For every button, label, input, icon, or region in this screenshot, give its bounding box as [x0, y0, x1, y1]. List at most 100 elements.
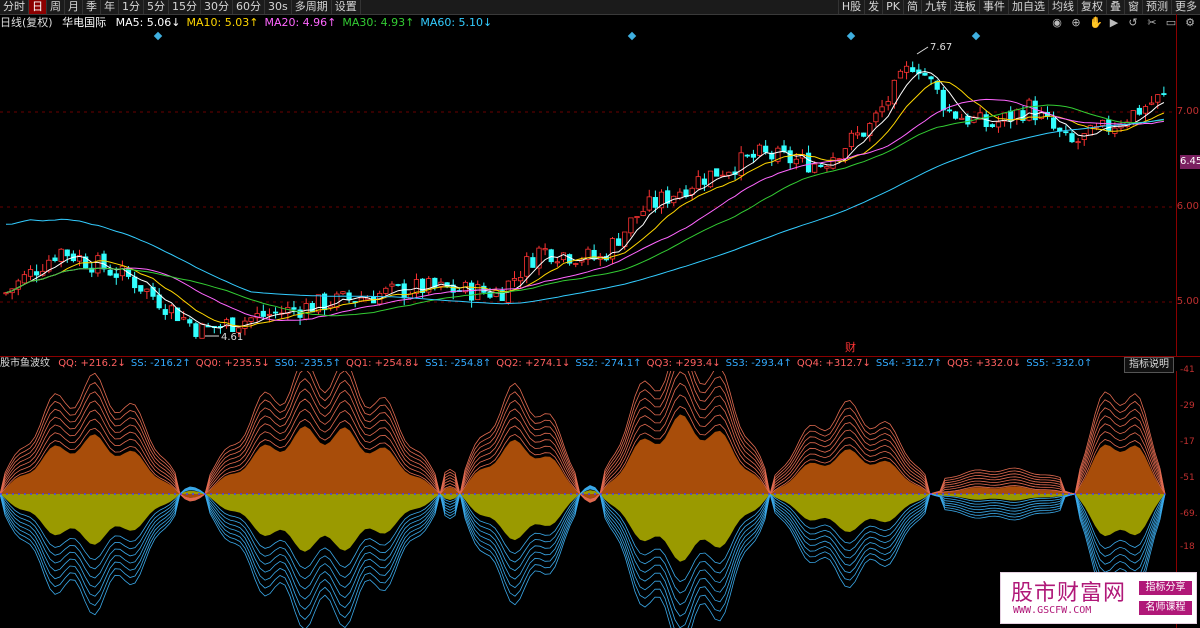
period-tab[interactable]: 30分 [201, 0, 233, 14]
indicator-axis-label: -29 [1180, 401, 1195, 411]
candle-body [1100, 119, 1106, 126]
ss-ripple-line [0, 487, 1166, 606]
event-marker[interactable] [153, 31, 163, 41]
period-tab[interactable]: 周 [47, 0, 65, 14]
indicator-axis-label: -51 [1180, 473, 1195, 483]
period-tab[interactable]: 设置 [332, 0, 361, 14]
candle-body [530, 257, 536, 268]
event-marker[interactable] [971, 31, 981, 41]
function-tab[interactable]: 均线 [1048, 0, 1077, 14]
function-tab[interactable]: 预测 [1142, 0, 1171, 14]
candle-body [1130, 110, 1136, 125]
period-tab[interactable]: 60分 [233, 0, 265, 14]
candle-body [750, 153, 757, 158]
candle-body [616, 238, 622, 246]
watermark-tag-share: 指标分享 [1139, 581, 1192, 595]
period-tab[interactable]: 日 [29, 0, 47, 14]
candle-body [695, 176, 701, 190]
watermark-title: 股市财富网 [1011, 581, 1127, 606]
candle-body [138, 285, 144, 292]
indicator-value: QQ1: +254.8↓ [346, 358, 421, 369]
candle-body [1142, 106, 1149, 114]
indicator-value: QQ4: +312.7↓ [796, 358, 871, 369]
financial-event-label[interactable]: 财 [845, 340, 856, 354]
function-tab[interactable]: 事件 [979, 0, 1008, 14]
function-tab[interactable]: 简 [903, 0, 921, 14]
candle-body [714, 168, 720, 177]
candle-body [291, 307, 297, 310]
indicator-value: SS2: -274.1↑ [575, 358, 642, 369]
period-tab[interactable]: 1分 [119, 0, 144, 14]
candle-body [640, 211, 646, 216]
indicator-value: QQ0: +235.5↓ [195, 358, 270, 369]
candle-body [383, 287, 389, 294]
period-tab[interactable]: 月 [65, 0, 83, 14]
candle-body [119, 265, 125, 277]
candle-body [818, 164, 824, 167]
candle-body [272, 311, 279, 314]
candle-body [58, 248, 64, 262]
candlestick-chart[interactable]: 7.67 4.61 财 [0, 14, 1176, 356]
price-axis-label: 6.00 [1176, 201, 1199, 212]
candle-body [744, 154, 750, 157]
candle-body [542, 248, 548, 251]
candle-body [1075, 141, 1081, 144]
candle-body [879, 106, 885, 113]
candle-body [989, 124, 995, 128]
period-tab[interactable]: 季 [83, 0, 101, 14]
indicator-legend: 股市鱼波纹 QQ: +216.2↓ SS: -216.2↑ QQ0: +235.5↓… [0, 357, 1176, 371]
period-tab[interactable]: 分时 [0, 0, 29, 14]
candle-body [1087, 125, 1093, 136]
price-axis-label: 7.00 [1176, 106, 1199, 117]
candle-body [468, 282, 475, 301]
candle-body [756, 144, 763, 156]
event-marker[interactable] [846, 31, 856, 41]
candle-body [1014, 109, 1020, 120]
candle-body [309, 302, 315, 313]
indicator-axis-label: -17 [1180, 437, 1195, 447]
function-tab[interactable]: 复权 [1077, 0, 1106, 14]
candle-body [812, 163, 818, 173]
candle-body [554, 261, 560, 264]
period-tab[interactable]: 多周期 [292, 0, 332, 14]
candle-body [646, 196, 652, 211]
function-tab[interactable]: 九转 [921, 0, 950, 14]
candle-body [419, 278, 426, 293]
high-price-label: 7.67 [930, 42, 952, 53]
indicator-value: SS3: -293.4↑ [725, 358, 792, 369]
candle-body [940, 89, 946, 111]
period-tabs: 分时日周月季年 1分 5分 15分 30分 60分 30s 多周期 设置 [0, 0, 361, 14]
period-tab[interactable]: 年 [101, 0, 119, 14]
function-tab[interactable]: H股 [837, 0, 864, 14]
indicator-name: 股市鱼波纹 [0, 358, 50, 369]
qq-ripple-line [0, 394, 1166, 501]
candle-body [897, 70, 904, 79]
candle-body [959, 117, 965, 120]
function-tab[interactable]: 叠 [1106, 0, 1124, 14]
candle-body [573, 263, 579, 265]
function-tab[interactable]: 更多 [1171, 0, 1200, 14]
period-tab[interactable]: 5分 [144, 0, 169, 14]
period-tab[interactable]: 30s [265, 0, 292, 14]
low-price-label: 4.61 [221, 332, 243, 343]
candle-body [3, 292, 9, 295]
candle-body [848, 132, 855, 147]
candle-body [861, 132, 867, 137]
function-tab[interactable]: 窗 [1124, 0, 1142, 14]
watermark-logo: 股市财富网 WWW.GSCFW.COM 指标分享 名师课程 [1000, 572, 1197, 624]
candle-body [34, 271, 40, 276]
event-marker[interactable] [627, 31, 637, 41]
watermark-url: WWW.GSCFW.COM [1013, 605, 1092, 616]
function-tab[interactable]: 连板 [950, 0, 979, 14]
function-tab[interactable]: PK [882, 0, 903, 14]
candle-body [193, 323, 199, 337]
candle-body [162, 309, 168, 315]
candle-body [389, 283, 395, 287]
candle-body [634, 216, 640, 219]
function-tab[interactable]: 发 [864, 0, 882, 14]
candle-body [27, 269, 34, 277]
function-tab[interactable]: 加自选 [1008, 0, 1048, 14]
period-tab[interactable]: 15分 [169, 0, 201, 14]
candle-body [1069, 133, 1075, 143]
ma-line-30 [5, 104, 1164, 317]
